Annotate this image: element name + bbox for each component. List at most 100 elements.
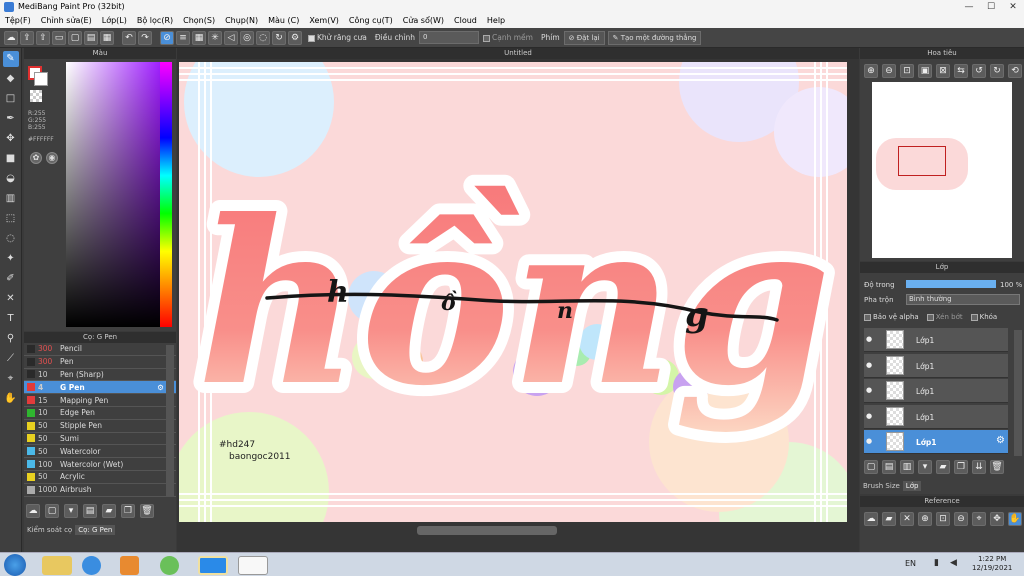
layer-settings-icon[interactable]: ⚙: [996, 435, 1005, 446]
color-set-icon[interactable]: ◉: [46, 152, 58, 164]
eraser-tool-icon[interactable]: ◆: [3, 71, 19, 87]
menu-file[interactable]: Tệp(F): [0, 14, 36, 28]
flip-horizontal-icon[interactable]: ⇆: [954, 64, 968, 78]
rotate-icon[interactable]: ↻: [272, 30, 286, 45]
rotate-right-icon[interactable]: ↻: [990, 64, 1004, 78]
medibang-icon[interactable]: [238, 556, 268, 575]
fill-rect-tool-icon[interactable]: ■: [3, 151, 19, 167]
layer-row[interactable]: ● Lớp1: [864, 404, 1008, 429]
settings-icon[interactable]: ⚙: [288, 30, 302, 45]
operation-tool-icon[interactable]: ⚲: [3, 331, 19, 347]
select-pen-tool-icon[interactable]: ✐: [3, 271, 19, 287]
network-icon[interactable]: ▮: [934, 558, 939, 568]
visibility-icon[interactable]: ●: [866, 335, 872, 343]
brush-folder-icon[interactable]: ▰: [102, 504, 116, 518]
brush-row[interactable]: 10 Edge Pen: [24, 407, 176, 420]
create-line-button[interactable]: ✎ Tạo một đường thẳng: [607, 30, 702, 45]
ref-open-icon[interactable]: ▰: [882, 512, 896, 526]
zoom-out-icon[interactable]: ⊖: [882, 64, 896, 78]
brush-tool-icon[interactable]: ✎: [2, 51, 19, 67]
undo-icon[interactable]: ↶: [122, 30, 136, 45]
new-layer-icon[interactable]: ▢: [864, 460, 878, 474]
menu-window[interactable]: Cửa sổ(W): [398, 14, 449, 28]
layer-row[interactable]: ● Lớp1: [864, 328, 1008, 352]
add-brush-icon[interactable]: ▢: [45, 504, 59, 518]
language-indicator[interactable]: EN: [905, 559, 916, 568]
ref-move-icon[interactable]: ✥: [990, 512, 1004, 526]
select-tool-icon[interactable]: ⬚: [3, 211, 19, 227]
menu-view[interactable]: Xem(V): [304, 14, 344, 28]
brush-row[interactable]: 50 Stipple Pen: [24, 420, 176, 433]
layer-scrollbar[interactable]: [1014, 330, 1022, 456]
zoom-in-icon[interactable]: ⊕: [864, 64, 878, 78]
gradient-tool-icon[interactable]: ▥: [3, 191, 19, 207]
brush-row[interactable]: 100 Watercolor (Wet): [24, 458, 176, 471]
new-file-icon[interactable]: ▢: [68, 30, 82, 45]
ref-zoom-out-icon[interactable]: ⊖: [954, 512, 968, 526]
horizontal-scrollbar[interactable]: [417, 526, 557, 535]
duplicate-layer-icon[interactable]: ❐: [954, 460, 968, 474]
visibility-icon[interactable]: ●: [866, 361, 872, 369]
add-brush-menu-icon[interactable]: ▾: [64, 504, 78, 518]
clipping-checkbox[interactable]: Xén bớt: [926, 313, 963, 321]
grid-icon[interactable]: ▦: [100, 30, 114, 45]
ref-cloud-icon[interactable]: ☁: [864, 512, 878, 526]
navigator-preview[interactable]: [872, 82, 1012, 258]
brush-row[interactable]: 300 Pencil: [24, 343, 176, 356]
text-tool-icon[interactable]: T: [3, 311, 19, 327]
ref-hand-icon[interactable]: ✋: [1008, 512, 1022, 526]
ref-zoom-in-icon[interactable]: ⊕: [918, 512, 932, 526]
media-player-icon[interactable]: [120, 556, 139, 575]
visibility-icon[interactable]: ●: [866, 386, 872, 394]
snap-off-icon[interactable]: ⊘: [160, 30, 174, 45]
tab-brush-size[interactable]: Brush Size: [860, 481, 903, 491]
new-8bit-layer-icon[interactable]: ▥: [900, 460, 914, 474]
menu-tools[interactable]: Công cụ(T): [344, 14, 398, 28]
transparent-color[interactable]: [30, 90, 42, 102]
bucket-tool-icon[interactable]: ◒: [3, 171, 19, 187]
canvas[interactable]: hồng hồng h ồ n g #hd247 baongoc2011: [179, 62, 847, 522]
pages-icon[interactable]: ▤: [84, 30, 98, 45]
redo-icon[interactable]: ↷: [138, 30, 152, 45]
brush-row[interactable]: 15 Mapping Pen: [24, 394, 176, 407]
pen-tool-icon[interactable]: ✒: [3, 111, 19, 127]
brush-settings-icon[interactable]: ⚙: [157, 383, 164, 392]
divide-tool-icon[interactable]: ⟋: [3, 351, 19, 367]
comment-icon[interactable]: ▭: [52, 30, 66, 45]
brush-row[interactable]: 1000 Airbrush: [24, 484, 176, 497]
ref-eyedropper-icon[interactable]: ⌖: [972, 512, 986, 526]
share-icon[interactable]: ⇧: [36, 30, 50, 45]
ie-icon[interactable]: [82, 556, 101, 575]
hue-slider[interactable]: [160, 62, 172, 327]
app-green-icon[interactable]: [160, 556, 179, 575]
move-tool-icon[interactable]: ✥: [3, 131, 19, 147]
reset-button[interactable]: ⊘ Đặt lại: [563, 30, 605, 45]
color-wheel-icon[interactable]: ✿: [30, 152, 42, 164]
brush-copy-icon[interactable]: ❐: [121, 504, 135, 518]
concentric-snap-icon[interactable]: ◎: [240, 30, 254, 45]
ref-fit-icon[interactable]: ⊡: [936, 512, 950, 526]
menu-cloud[interactable]: Cloud: [449, 14, 482, 28]
tab-brush[interactable]: Cọ: G Pen: [75, 525, 116, 535]
antialias-checkbox[interactable]: Khử răng cưa: [308, 33, 367, 42]
clock-time[interactable]: 1:22 PM: [972, 555, 1012, 564]
layer-row[interactable]: ● Lớp1: [864, 353, 1008, 378]
layer-folder-icon[interactable]: ▰: [936, 460, 950, 474]
vanishing-snap-icon[interactable]: ◁: [224, 30, 238, 45]
brush-file-icon[interactable]: ▤: [83, 504, 97, 518]
menu-help[interactable]: Help: [482, 14, 510, 28]
fit-icon[interactable]: ⊡: [900, 64, 914, 78]
ref-close-icon[interactable]: ✕: [900, 512, 914, 526]
brush-row[interactable]: 50 Sumi: [24, 433, 176, 446]
minimize-button[interactable]: —: [958, 0, 980, 14]
brush-row[interactable]: 50 Acrylic: [24, 471, 176, 484]
visibility-icon[interactable]: ●: [866, 437, 872, 445]
menu-layer[interactable]: Lớp(L): [97, 14, 132, 28]
brush-row[interactable]: 50 Watercolor: [24, 445, 176, 459]
tab-brush-control[interactable]: Kiểm soát cọ: [24, 525, 75, 535]
curve-snap-icon[interactable]: ◌: [256, 30, 270, 45]
menu-select[interactable]: Chọn(S): [178, 14, 220, 28]
maximize-button[interactable]: ☐: [980, 0, 1002, 14]
menu-color[interactable]: Màu (C): [263, 14, 304, 28]
new-halftone-layer-icon[interactable]: ▤: [882, 460, 896, 474]
